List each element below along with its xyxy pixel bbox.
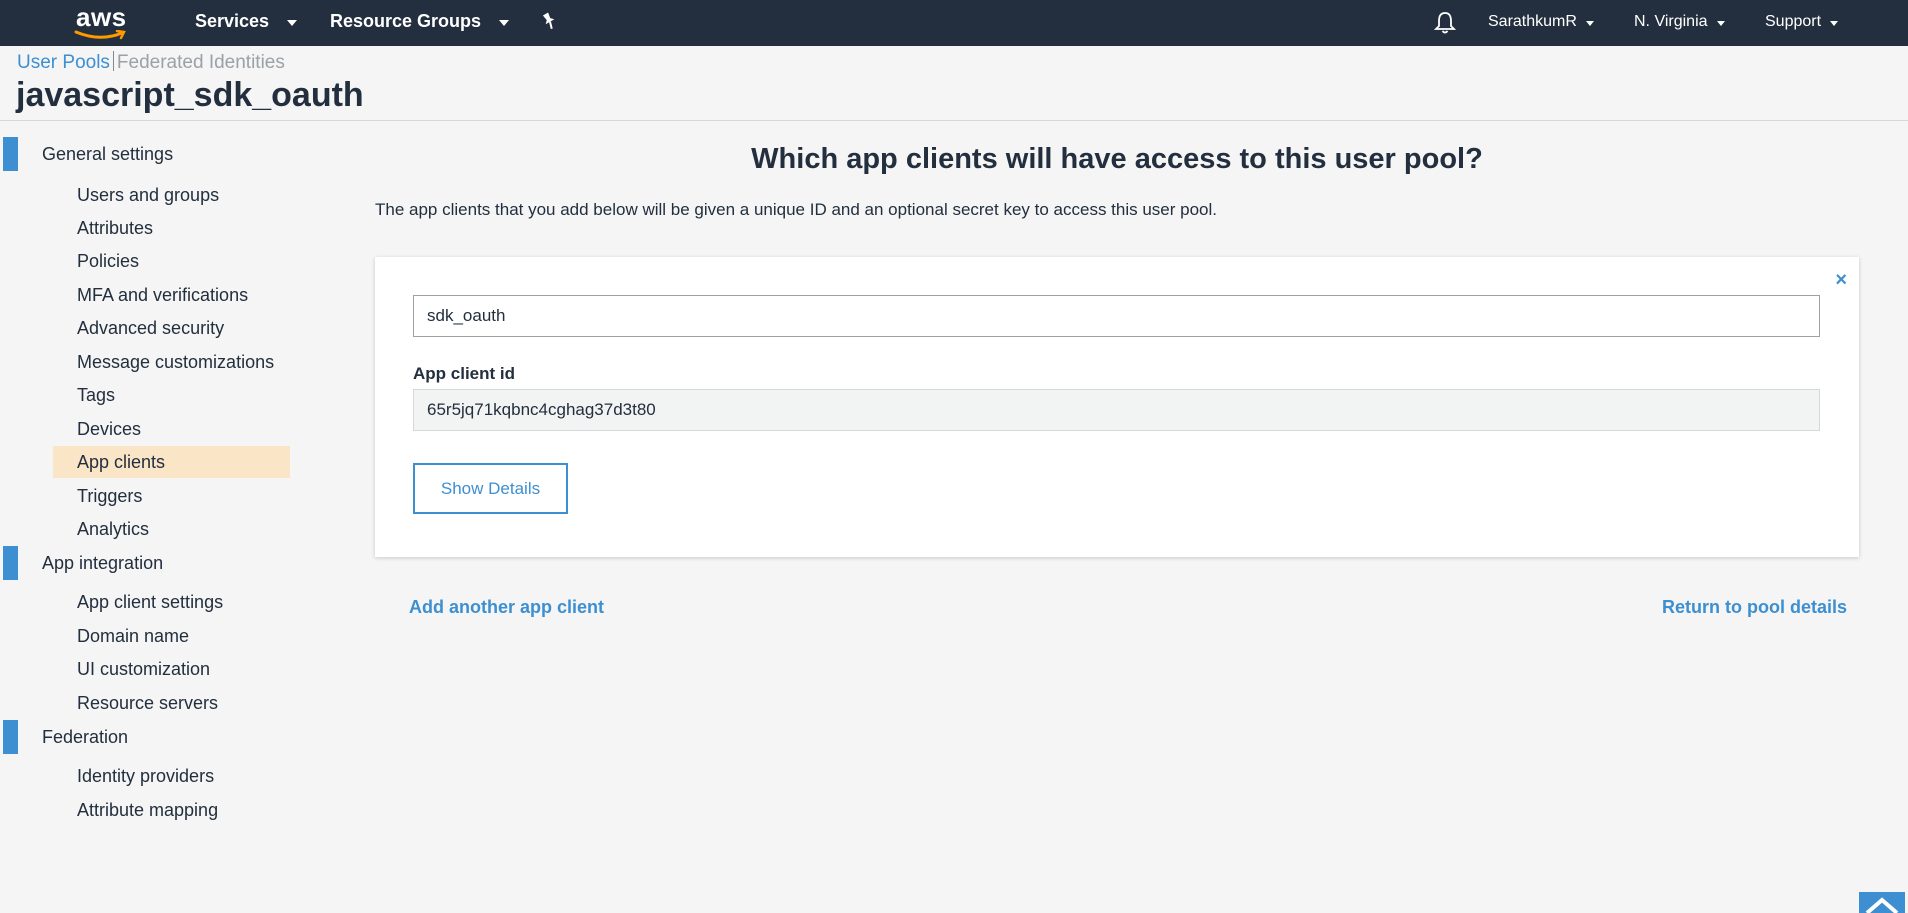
sidebar-item-ui-customization[interactable]: UI customization <box>53 653 290 685</box>
sidebar-group-label: Federation <box>42 727 129 747</box>
scroll-to-top-button[interactable] <box>1859 892 1905 913</box>
return-to-pool-details-link[interactable]: Return to pool details <box>1662 597 1847 618</box>
sidebar-item-resource-servers[interactable]: Resource servers <box>53 687 290 719</box>
sidebar-group-label: General settings <box>42 144 174 164</box>
sidebar-group-federation[interactable]: Federation <box>0 720 300 754</box>
aws-logo-text: aws <box>76 2 127 32</box>
chevron-down-icon <box>1716 21 1725 26</box>
sidebar-item-attributes[interactable]: Attributes <box>53 212 290 244</box>
chevron-down-icon <box>1830 21 1839 26</box>
sidebar-item-app-client-settings[interactable]: App client settings <box>53 586 290 618</box>
chevron-down-icon <box>499 20 510 26</box>
sidebar-item-domain-name[interactable]: Domain name <box>53 620 290 652</box>
region-menu[interactable]: N. Virginia <box>1634 13 1725 31</box>
sidebar-item-devices[interactable]: Devices <box>53 413 290 445</box>
resource-groups-menu[interactable]: Resource Groups <box>330 11 510 32</box>
top-nav: aws Services Resource Groups SarathkumR … <box>0 0 1908 46</box>
services-label: Services <box>195 11 270 31</box>
aws-logo[interactable]: aws <box>74 2 134 42</box>
support-label: Support <box>1765 13 1822 30</box>
sidebar-item-users-and-groups[interactable]: Users and groups <box>53 179 290 211</box>
section-title: Which app clients will have access to th… <box>751 143 1483 175</box>
sidebar-group-app-integration[interactable]: App integration <box>0 546 300 580</box>
group-marker <box>3 720 18 754</box>
resource-groups-label: Resource Groups <box>330 11 482 31</box>
app-client-name-input[interactable]: sdk_oauth <box>413 295 1820 337</box>
breadcrumb-federated-identities[interactable]: Federated Identities <box>117 52 285 73</box>
sidebar-item-triggers[interactable]: Triggers <box>53 480 290 512</box>
app-client-id-value: 65r5jq71kqbnc4cghag37d3t80 <box>413 389 1820 431</box>
sidebar-group-general-settings[interactable]: General settings <box>0 137 300 171</box>
chevron-down-icon <box>287 20 298 26</box>
sidebar-item-tags[interactable]: Tags <box>53 379 290 411</box>
page-title: javascript_sdk_oauth <box>16 76 364 114</box>
aws-smile-icon <box>74 30 126 40</box>
sidebar-item-app-clients[interactable]: App clients <box>53 446 290 478</box>
region-label: N. Virginia <box>1634 13 1708 30</box>
app-client-card: × sdk_oauth App client id 65r5jq71kqbnc4… <box>375 257 1859 557</box>
breadcrumb-divider <box>112 51 114 71</box>
pin-icon[interactable] <box>540 11 558 31</box>
add-another-app-client-link[interactable]: Add another app client <box>409 597 604 618</box>
sidebar-item-advanced-security[interactable]: Advanced security <box>53 312 290 344</box>
sidebar-item-mfa[interactable]: MFA and verifications <box>53 279 290 311</box>
chevron-down-icon <box>1585 21 1594 26</box>
bell-icon[interactable] <box>1433 10 1457 34</box>
group-marker <box>3 546 18 580</box>
breadcrumb-user-pools[interactable]: User Pools <box>17 52 110 73</box>
chevron-up-icon <box>1865 897 1899 913</box>
services-menu[interactable]: Services <box>195 11 298 32</box>
user-menu[interactable]: SarathkumR <box>1488 13 1594 31</box>
support-menu[interactable]: Support <box>1765 13 1839 31</box>
app-client-id-label: App client id <box>413 364 515 383</box>
section-description: The app clients that you add below will … <box>375 200 1218 219</box>
sidebar-item-message-customizations[interactable]: Message customizations <box>53 346 290 378</box>
sidebar-item-identity-providers[interactable]: Identity providers <box>53 760 290 792</box>
sidebar-item-attribute-mapping[interactable]: Attribute mapping <box>53 794 290 826</box>
breadcrumb: User Pools Federated Identities <box>17 51 285 74</box>
sidebar-item-policies[interactable]: Policies <box>53 245 290 277</box>
header-divider <box>0 120 1908 121</box>
user-label: SarathkumR <box>1488 13 1577 30</box>
show-details-button[interactable]: Show Details <box>413 463 568 514</box>
sidebar-item-analytics[interactable]: Analytics <box>53 513 290 545</box>
close-icon[interactable]: × <box>1835 270 1847 290</box>
sidebar-group-label: App integration <box>42 553 164 573</box>
group-marker <box>3 137 18 171</box>
